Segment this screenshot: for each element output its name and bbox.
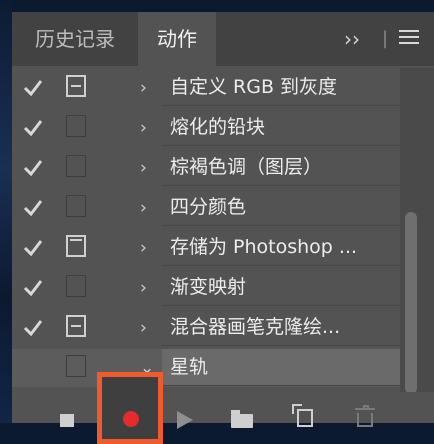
chevron-right-icon[interactable]: › xyxy=(140,109,156,147)
action-row[interactable]: › 熔化的铅块 xyxy=(12,109,400,147)
action-name: 混合器画笔克隆绘... xyxy=(162,309,400,346)
hamburger-menu-icon[interactable] xyxy=(399,30,419,46)
checkmark-icon[interactable] xyxy=(22,118,44,138)
action-row[interactable]: › 混合器画笔克隆绘... xyxy=(12,309,400,347)
dialog-toggle-icon[interactable] xyxy=(66,195,86,217)
actions-panel: 历史记录 动作 ›› | › 自定义 RGB 到灰度 › 熔化的铅块 › 棕褐色调（图层）… xyxy=(12,12,434,444)
chevron-right-icon[interactable]: › xyxy=(140,189,156,227)
background-canvas xyxy=(0,0,12,423)
dialog-toggle-icon[interactable] xyxy=(66,235,86,257)
checkmark-icon[interactable] xyxy=(22,278,44,298)
action-name: 自定义 RGB 到灰度 xyxy=(162,69,400,106)
tab-actions[interactable]: 动作 xyxy=(138,12,216,66)
checkmark-icon[interactable] xyxy=(22,318,44,338)
action-name: 渐变映射 xyxy=(162,269,400,306)
action-name: 四分颜色 xyxy=(162,189,400,226)
record-icon xyxy=(123,411,139,427)
new-action-icon[interactable] xyxy=(292,404,313,427)
dialog-toggle-icon[interactable] xyxy=(66,115,86,137)
actions-toolbar xyxy=(12,372,434,444)
chevron-right-icon[interactable]: › xyxy=(140,229,156,267)
action-row[interactable]: › 存储为 Photoshop ... xyxy=(12,229,400,267)
folder-icon[interactable] xyxy=(231,410,253,428)
record-button[interactable] xyxy=(97,372,163,444)
action-row[interactable]: › 棕褐色调（图层） xyxy=(12,149,400,187)
trash-icon[interactable] xyxy=(355,405,375,427)
chevron-right-icon[interactable]: › xyxy=(140,69,156,107)
stop-icon[interactable] xyxy=(60,414,74,427)
actions-list: › 自定义 RGB 到灰度 › 熔化的铅块 › 棕褐色调（图层） › 四分颜色 › 存储为 Pho… xyxy=(12,68,400,402)
action-row[interactable]: ⌄ 星轨 xyxy=(12,349,400,387)
play-icon[interactable] xyxy=(177,411,193,429)
action-name: 星轨 xyxy=(162,349,400,386)
expand-panels-icon[interactable]: ›› xyxy=(344,12,360,66)
tab-separator: | xyxy=(382,28,389,49)
action-name: 棕褐色调（图层） xyxy=(162,149,400,186)
action-row[interactable]: › 自定义 RGB 到灰度 xyxy=(12,69,400,107)
action-name: 熔化的铅块 xyxy=(162,109,400,146)
tab-history[interactable]: 历史记录 xyxy=(12,12,138,66)
scrollbar-thumb[interactable] xyxy=(405,212,417,394)
action-row[interactable]: › 四分颜色 xyxy=(12,189,400,227)
dialog-toggle-icon[interactable] xyxy=(66,315,86,337)
dialog-toggle-icon[interactable] xyxy=(66,155,86,177)
chevron-right-icon[interactable]: › xyxy=(140,309,156,347)
chevron-right-icon[interactable]: › xyxy=(140,149,156,187)
dialog-toggle-icon[interactable] xyxy=(66,75,86,97)
checkmark-icon[interactable] xyxy=(22,198,44,218)
checkmark-icon[interactable] xyxy=(22,78,44,98)
dialog-toggle-icon[interactable] xyxy=(66,355,86,377)
action-row[interactable]: › 渐变映射 xyxy=(12,269,400,307)
chevron-right-icon[interactable]: › xyxy=(140,269,156,307)
checkmark-icon[interactable] xyxy=(22,238,44,258)
action-name: 存储为 Photoshop ... xyxy=(162,229,400,266)
dialog-toggle-icon[interactable] xyxy=(66,275,86,297)
panel-tab-bar: 历史记录 动作 ›› | xyxy=(12,12,434,66)
checkmark-icon[interactable] xyxy=(22,158,44,178)
